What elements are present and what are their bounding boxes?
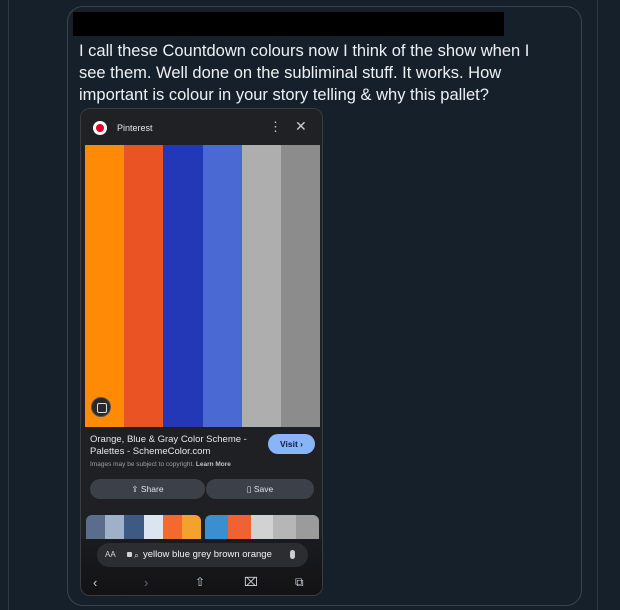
learn-more-link[interactable]: Learn More: [196, 461, 231, 468]
palette-swatch: [163, 145, 203, 427]
result-title[interactable]: Orange, Blue & Gray Color Scheme - Palet…: [90, 434, 265, 458]
share-icon: ⇪: [131, 484, 141, 494]
palette-swatch: [85, 145, 125, 427]
palette-swatch: [241, 145, 281, 427]
back-icon[interactable]: ‹: [93, 575, 97, 590]
bookmarks-icon[interactable]: ⌧: [244, 575, 258, 589]
color-palette: [85, 145, 321, 427]
url-text[interactable]: yellow blue grey brown orange: [143, 543, 298, 567]
column-divider-right: [597, 0, 598, 610]
app-title: Pinterest: [117, 123, 153, 133]
tweet-text: I call these Countdown colours now I thi…: [79, 42, 530, 104]
more-vertical-icon[interactable]: ⋮: [269, 120, 282, 134]
save-button[interactable]: ▯ Save: [206, 479, 314, 499]
palette-swatch: [124, 145, 164, 427]
search-icon: ⌕: [134, 550, 140, 560]
pinterest-logo-icon: [93, 121, 107, 135]
share-icon[interactable]: ⇧: [195, 575, 205, 589]
save-label: Save: [253, 484, 274, 494]
lens-icon[interactable]: [91, 397, 111, 417]
address-bar[interactable]: AA ⌕ yellow blue grey brown orange: [97, 543, 308, 567]
share-button[interactable]: ⇪ Share: [90, 479, 205, 499]
forward-icon[interactable]: ›: [144, 575, 148, 590]
text-size-button[interactable]: AA: [105, 543, 116, 567]
visit-button[interactable]: Visit ›: [268, 434, 315, 454]
palette-swatch: [202, 145, 242, 427]
microphone-icon[interactable]: [290, 550, 295, 559]
copyright-text: Images may be subject to copyright.: [90, 461, 195, 468]
palette-swatch: [280, 145, 321, 427]
lock-icon: [127, 552, 132, 557]
copyright-notice: Images may be subject to copyright. Lear…: [90, 461, 231, 468]
column-divider-left: [8, 0, 9, 610]
tabs-icon[interactable]: ⧉: [295, 575, 304, 590]
redacted-header: [73, 12, 504, 36]
share-label: Share: [140, 484, 164, 494]
embedded-phone-screenshot[interactable]: Pinterest ⋮ ✕ Orange, Blue & Gray Color …: [80, 108, 323, 596]
close-icon[interactable]: ✕: [295, 119, 307, 133]
bookmark-icon: ▯: [246, 484, 254, 494]
